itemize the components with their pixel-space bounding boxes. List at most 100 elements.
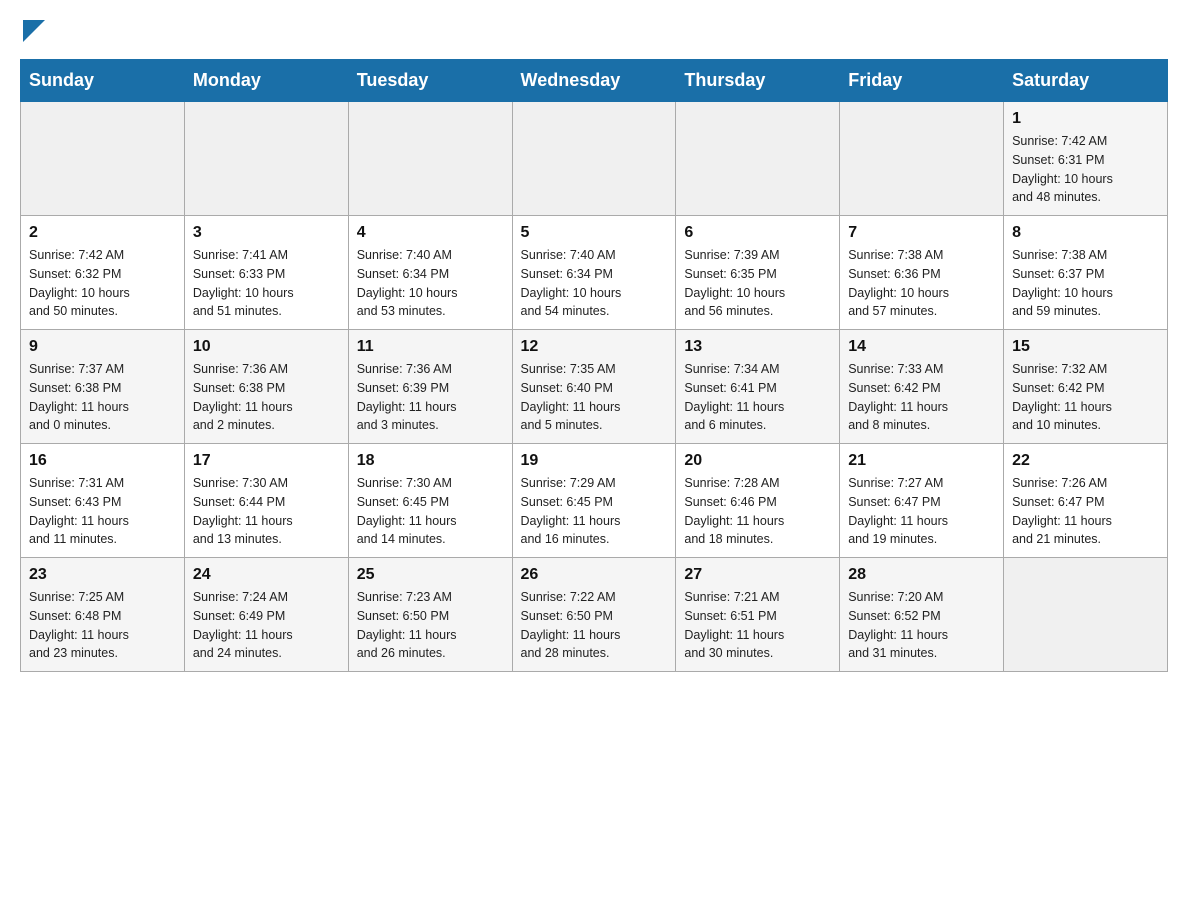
day-number: 12 (521, 338, 668, 356)
day-info: Sunrise: 7:21 AM Sunset: 6:51 PM Dayligh… (684, 588, 831, 663)
calendar-day-cell: 25 Sunrise: 7:23 AM Sunset: 6:50 PM Dayli… (348, 558, 512, 672)
day-number: 23 (29, 566, 176, 584)
day-info: Sunrise: 7:32 AM Sunset: 6:42 PM Dayligh… (1012, 360, 1159, 435)
calendar-day-cell (676, 102, 840, 216)
calendar-day-cell: 3Sunrise: 7:41 AM Sunset: 6:33 PM Daylig… (184, 216, 348, 330)
day-info: Sunrise: 7:31 AM Sunset: 6:43 PM Dayligh… (29, 474, 176, 549)
day-info: Sunrise: 7:24 AM Sunset: 6:49 PM Dayligh… (193, 588, 340, 663)
calendar-day-cell: 14 Sunrise: 7:33 AM Sunset: 6:42 PM Dayli… (840, 330, 1004, 444)
calendar-day-cell (512, 102, 676, 216)
calendar-week-row: 9 Sunrise: 7:37 AM Sunset: 6:38 PM Daylig… (21, 330, 1168, 444)
day-info: Sunrise: 7:38 AM Sunset: 6:37 PM Dayligh… (1012, 246, 1159, 321)
calendar-header-thursday: Thursday (676, 60, 840, 102)
day-number: 7 (848, 224, 995, 242)
day-info: Sunrise: 7:34 AM Sunset: 6:41 PM Dayligh… (684, 360, 831, 435)
day-info: Sunrise: 7:22 AM Sunset: 6:50 PM Dayligh… (521, 588, 668, 663)
day-info: Sunrise: 7:27 AM Sunset: 6:47 PM Dayligh… (848, 474, 995, 549)
day-info: Sunrise: 7:36 AM Sunset: 6:39 PM Dayligh… (357, 360, 504, 435)
calendar-day-cell: 27 Sunrise: 7:21 AM Sunset: 6:51 PM Dayli… (676, 558, 840, 672)
logo (20, 20, 45, 39)
day-number: 10 (193, 338, 340, 356)
calendar-day-cell: 21 Sunrise: 7:27 AM Sunset: 6:47 PM Dayli… (840, 444, 1004, 558)
calendar-day-cell: 6 Sunrise: 7:39 AM Sunset: 6:35 PM Daylig… (676, 216, 840, 330)
day-number: 21 (848, 452, 995, 470)
calendar-header-friday: Friday (840, 60, 1004, 102)
day-number: 24 (193, 566, 340, 584)
day-info: Sunrise: 7:35 AM Sunset: 6:40 PM Dayligh… (521, 360, 668, 435)
day-number: 2 (29, 224, 176, 242)
calendar-day-cell: 2 Sunrise: 7:42 AM Sunset: 6:32 PM Daylig… (21, 216, 185, 330)
day-info: Sunrise: 7:38 AM Sunset: 6:36 PM Dayligh… (848, 246, 995, 321)
page-header (20, 20, 1168, 39)
day-number: 17 (193, 452, 340, 470)
day-info: Sunrise: 7:40 AM Sunset: 6:34 PM Dayligh… (521, 246, 668, 321)
calendar-header-wednesday: Wednesday (512, 60, 676, 102)
day-number: 9 (29, 338, 176, 356)
day-info: Sunrise: 7:41 AM Sunset: 6:33 PM Dayligh… (193, 246, 340, 321)
calendar-day-cell: 7 Sunrise: 7:38 AM Sunset: 6:36 PM Daylig… (840, 216, 1004, 330)
day-number: 25 (357, 566, 504, 584)
logo-triangle-icon (23, 20, 45, 42)
calendar-day-cell: 8 Sunrise: 7:38 AM Sunset: 6:37 PM Daylig… (1004, 216, 1168, 330)
day-number: 13 (684, 338, 831, 356)
calendar-day-cell: 17 Sunrise: 7:30 AM Sunset: 6:44 PM Dayli… (184, 444, 348, 558)
day-number: 4 (357, 224, 504, 242)
calendar-header-sunday: Sunday (21, 60, 185, 102)
day-number: 27 (684, 566, 831, 584)
calendar-header-monday: Monday (184, 60, 348, 102)
calendar-day-cell: 23 Sunrise: 7:25 AM Sunset: 6:48 PM Dayli… (21, 558, 185, 672)
calendar-week-row: 16Sunrise: 7:31 AM Sunset: 6:43 PM Dayli… (21, 444, 1168, 558)
calendar-day-cell: 10 Sunrise: 7:36 AM Sunset: 6:38 PM Dayli… (184, 330, 348, 444)
day-number: 19 (521, 452, 668, 470)
day-info: Sunrise: 7:23 AM Sunset: 6:50 PM Dayligh… (357, 588, 504, 663)
day-number: 5 (521, 224, 668, 242)
day-info: Sunrise: 7:29 AM Sunset: 6:45 PM Dayligh… (521, 474, 668, 549)
day-info: Sunrise: 7:42 AM Sunset: 6:31 PM Dayligh… (1012, 132, 1159, 207)
calendar-day-cell: 13 Sunrise: 7:34 AM Sunset: 6:41 PM Dayli… (676, 330, 840, 444)
calendar-week-row: 2 Sunrise: 7:42 AM Sunset: 6:32 PM Daylig… (21, 216, 1168, 330)
calendar-day-cell (1004, 558, 1168, 672)
calendar-day-cell: 1 Sunrise: 7:42 AM Sunset: 6:31 PM Daylig… (1004, 102, 1168, 216)
day-info: Sunrise: 7:33 AM Sunset: 6:42 PM Dayligh… (848, 360, 995, 435)
calendar-day-cell: 20Sunrise: 7:28 AM Sunset: 6:46 PM Dayli… (676, 444, 840, 558)
calendar-day-cell: 9 Sunrise: 7:37 AM Sunset: 6:38 PM Daylig… (21, 330, 185, 444)
day-number: 11 (357, 338, 504, 356)
calendar-header-row: SundayMondayTuesdayWednesdayThursdayFrid… (21, 60, 1168, 102)
day-info: Sunrise: 7:28 AM Sunset: 6:46 PM Dayligh… (684, 474, 831, 549)
calendar-day-cell: 22 Sunrise: 7:26 AM Sunset: 6:47 PM Dayli… (1004, 444, 1168, 558)
day-number: 18 (357, 452, 504, 470)
calendar-day-cell: 26 Sunrise: 7:22 AM Sunset: 6:50 PM Dayli… (512, 558, 676, 672)
day-info: Sunrise: 7:42 AM Sunset: 6:32 PM Dayligh… (29, 246, 176, 321)
day-number: 28 (848, 566, 995, 584)
calendar-day-cell: 5 Sunrise: 7:40 AM Sunset: 6:34 PM Daylig… (512, 216, 676, 330)
day-info: Sunrise: 7:40 AM Sunset: 6:34 PM Dayligh… (357, 246, 504, 321)
day-number: 15 (1012, 338, 1159, 356)
day-info: Sunrise: 7:26 AM Sunset: 6:47 PM Dayligh… (1012, 474, 1159, 549)
day-info: Sunrise: 7:39 AM Sunset: 6:35 PM Dayligh… (684, 246, 831, 321)
calendar-header-saturday: Saturday (1004, 60, 1168, 102)
calendar-table: SundayMondayTuesdayWednesdayThursdayFrid… (20, 59, 1168, 672)
calendar-header-tuesday: Tuesday (348, 60, 512, 102)
day-info: Sunrise: 7:37 AM Sunset: 6:38 PM Dayligh… (29, 360, 176, 435)
day-info: Sunrise: 7:25 AM Sunset: 6:48 PM Dayligh… (29, 588, 176, 663)
calendar-day-cell: 24 Sunrise: 7:24 AM Sunset: 6:49 PM Dayli… (184, 558, 348, 672)
calendar-day-cell (840, 102, 1004, 216)
day-number: 14 (848, 338, 995, 356)
day-number: 8 (1012, 224, 1159, 242)
calendar-day-cell: 18 Sunrise: 7:30 AM Sunset: 6:45 PM Dayli… (348, 444, 512, 558)
calendar-day-cell (184, 102, 348, 216)
day-number: 22 (1012, 452, 1159, 470)
day-number: 6 (684, 224, 831, 242)
calendar-day-cell: 19 Sunrise: 7:29 AM Sunset: 6:45 PM Dayli… (512, 444, 676, 558)
logo-icon (20, 20, 45, 44)
day-info: Sunrise: 7:20 AM Sunset: 6:52 PM Dayligh… (848, 588, 995, 663)
calendar-day-cell: 28 Sunrise: 7:20 AM Sunset: 6:52 PM Dayli… (840, 558, 1004, 672)
day-info: Sunrise: 7:30 AM Sunset: 6:45 PM Dayligh… (357, 474, 504, 549)
day-info: Sunrise: 7:36 AM Sunset: 6:38 PM Dayligh… (193, 360, 340, 435)
calendar-day-cell (21, 102, 185, 216)
day-number: 1 (1012, 110, 1159, 128)
day-info: Sunrise: 7:30 AM Sunset: 6:44 PM Dayligh… (193, 474, 340, 549)
calendar-day-cell (348, 102, 512, 216)
calendar-day-cell: 11 Sunrise: 7:36 AM Sunset: 6:39 PM Dayli… (348, 330, 512, 444)
day-number: 26 (521, 566, 668, 584)
